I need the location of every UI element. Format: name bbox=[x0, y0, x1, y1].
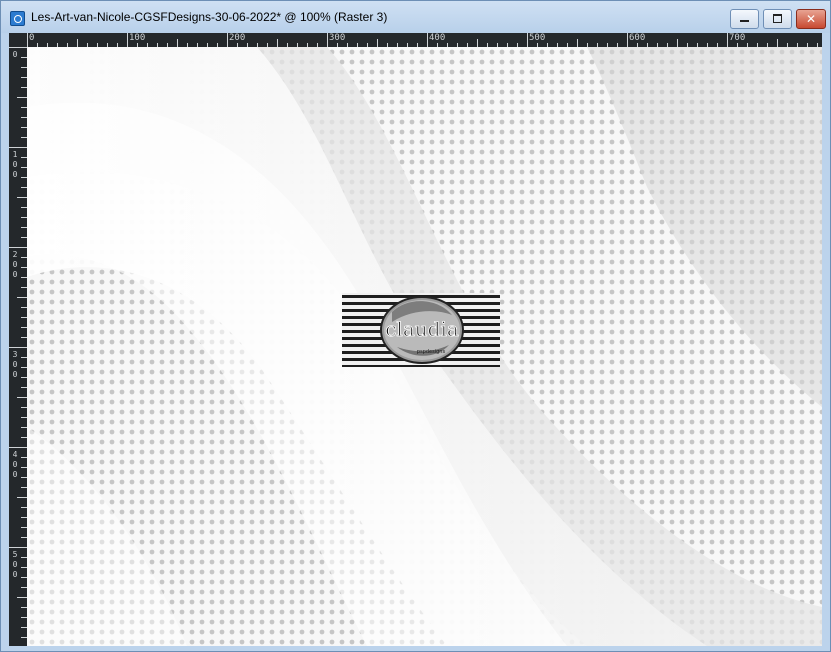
close-button[interactable]: ✕ bbox=[796, 9, 826, 29]
ruler-label: 200 bbox=[229, 33, 246, 43]
horizontal-ruler[interactable]: 0 100 200 300 400 500 600 700 bbox=[27, 33, 822, 47]
title-bar[interactable]: Les-Art-van-Nicole-CGSFDesigns-30-06-202… bbox=[1, 1, 830, 33]
ruler-label: 500 bbox=[529, 33, 546, 43]
image-canvas[interactable]: claudia pspdesigns bbox=[27, 47, 822, 646]
window-title: Les-Art-van-Nicole-CGSFDesigns-30-06-202… bbox=[31, 10, 388, 24]
ruler-label: 100 bbox=[129, 33, 146, 43]
ruler-label: 700 bbox=[729, 33, 746, 43]
minimize-button[interactable] bbox=[730, 9, 759, 29]
ruler-label: 300 bbox=[329, 33, 346, 43]
ruler-label: 400 bbox=[12, 450, 18, 479]
ruler-label: 300 bbox=[12, 350, 18, 379]
ruler-label: 600 bbox=[629, 33, 646, 43]
watermark-subtext: pspdesigns bbox=[417, 349, 446, 355]
maximize-button[interactable] bbox=[763, 9, 792, 29]
document-window[interactable]: Les-Art-van-Nicole-CGSFDesigns-30-06-202… bbox=[0, 0, 831, 652]
document-icon[interactable] bbox=[10, 11, 25, 26]
vertical-ruler[interactable]: 0 100 200 300 400 500 bbox=[9, 47, 27, 646]
ruler-label: 0 bbox=[29, 33, 35, 43]
ruler-label: 500 bbox=[12, 550, 18, 579]
document-area: 0 100 200 300 400 500 600 700 0 100 200 … bbox=[9, 33, 822, 646]
close-icon: ✕ bbox=[805, 12, 817, 26]
ruler-label: 0 bbox=[12, 50, 18, 59]
ruler-label: 200 bbox=[12, 250, 18, 279]
ruler-label: 400 bbox=[429, 33, 446, 43]
watermark-text: claudia bbox=[385, 317, 459, 341]
ruler-label: 100 bbox=[12, 150, 18, 179]
